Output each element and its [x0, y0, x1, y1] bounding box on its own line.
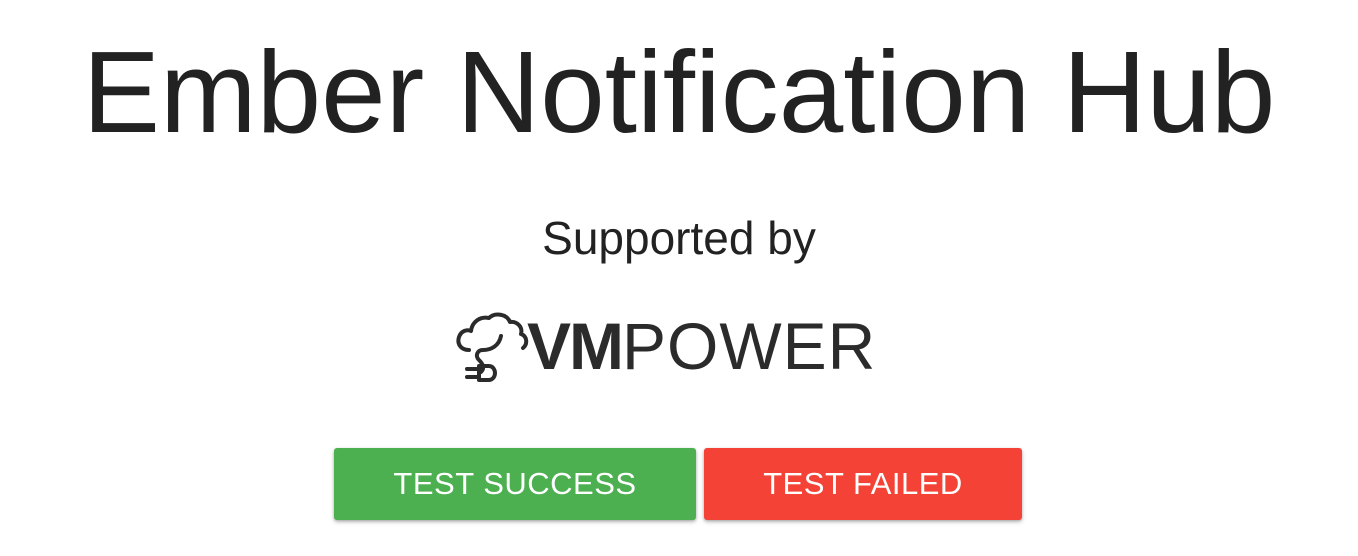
test-success-button[interactable]: TEST SUCCESS: [334, 448, 696, 520]
supported-by-label: Supported by: [542, 212, 816, 264]
page-title: Ember Notification Hub: [82, 27, 1276, 157]
cloud-plug-icon: [456, 312, 529, 382]
vmpower-logo: VMPOWER: [455, 306, 895, 386]
test-failed-button[interactable]: TEST FAILED: [704, 448, 1022, 520]
logo-wordmark-bold: VM: [527, 309, 624, 383]
logo-wordmark: VMPOWER: [527, 311, 876, 381]
logo-wordmark-light: POWER: [622, 309, 877, 383]
page: Ember Notification Hub Supported by VMPO…: [0, 0, 1358, 556]
